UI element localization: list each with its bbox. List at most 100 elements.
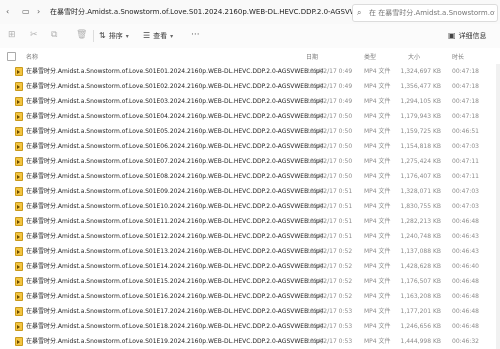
file-date: 2024/2/17 0:52 [306,248,353,255]
file-type: MP4 文件 [364,338,391,345]
view-icon: ☰ [143,31,151,40]
sort-label: 排序 [108,32,123,40]
file-size: 1,356,477 KB [400,83,442,90]
file-type: MP4 文件 [364,323,391,330]
more-icon[interactable]: ··· [191,30,200,40]
cut-icon[interactable]: ✂ [30,30,38,40]
file-duration: 00:47:18 [452,83,479,90]
vertical-scrollbar[interactable] [496,64,500,349]
file-duration: 00:47:11 [452,158,479,165]
file-name: 在暴雪时分.Amidst.a.Snowstorm.of.Love.S01E18.… [26,323,324,330]
video-file-icon [15,247,23,256]
file-row[interactable]: 在暴雪时分.Amidst.a.Snowstorm.of.Love.S01E01.… [0,64,500,80]
chevron-right-icon[interactable]: › [37,6,40,18]
video-file-icon [15,127,23,136]
column-date[interactable]: 日期 [306,52,318,61]
file-name: 在暴雪时分.Amidst.a.Snowstorm.of.Love.S01E14.… [26,263,324,270]
file-row[interactable]: 在暴雪时分.Amidst.a.Snowstorm.of.Love.S01E16.… [0,289,500,305]
file-type: MP4 文件 [364,308,391,315]
column-duration[interactable]: 时长 [452,52,464,61]
file-row[interactable]: 在暴雪时分.Amidst.a.Snowstorm.of.Love.S01E11.… [0,214,500,230]
file-duration: 00:47:18 [452,98,479,105]
file-date: 2024/2/17 0:49 [306,68,353,75]
file-size: 1,179,943 KB [400,113,442,120]
file-row[interactable]: 在暴雪时分.Amidst.a.Snowstorm.of.Love.S01E04.… [0,109,500,125]
file-date: 2024/2/17 0:50 [306,158,353,165]
file-row[interactable]: 在暴雪时分.Amidst.a.Snowstorm.of.Love.S01E18.… [0,319,500,335]
file-size: 1,294,105 KB [400,98,442,105]
file-date: 2024/2/17 0:52 [306,293,353,300]
sort-icon: ⇅ [99,31,106,40]
file-duration: 00:46:48 [452,308,479,315]
file-date: 2024/2/17 0:50 [306,113,353,120]
file-type: MP4 文件 [364,248,391,255]
file-name: 在暴雪时分.Amidst.a.Snowstorm.of.Love.S01E12.… [26,233,324,240]
file-name: 在暴雪时分.Amidst.a.Snowstorm.of.Love.S01E15.… [26,278,324,285]
select-all-checkbox[interactable] [7,52,16,61]
video-file-icon [15,277,23,286]
view-button[interactable]: ☰ 查看 ▾ [143,30,173,43]
file-duration: 00:46:43 [452,248,479,255]
file-type: MP4 文件 [364,113,391,120]
file-name: 在暴雪时分.Amidst.a.Snowstorm.of.Love.S01E08.… [26,173,324,180]
file-row[interactable]: 在暴雪时分.Amidst.a.Snowstorm.of.Love.S01E06.… [0,139,500,155]
file-name: 在暴雪时分.Amidst.a.Snowstorm.of.Love.S01E02.… [26,83,324,90]
view-label: 查看 [153,32,168,40]
file-name: 在暴雪时分.Amidst.a.Snowstorm.of.Love.S01E05.… [26,128,324,135]
details-button[interactable]: ▣ 详细信息 [448,30,487,42]
file-duration: 00:47:18 [452,113,479,120]
sort-button[interactable]: ⇅ 排序 ▾ [99,30,129,43]
file-row[interactable]: 在暴雪时分.Amidst.a.Snowstorm.of.Love.S01E09.… [0,184,500,200]
video-file-icon [15,97,23,106]
back-icon[interactable]: ‹ [6,6,9,18]
folder-icon[interactable]: ▭ [22,6,30,18]
file-type: MP4 文件 [364,68,391,75]
search-box[interactable]: ⌕ [352,4,498,22]
file-list: 在暴雪时分.Amidst.a.Snowstorm.of.Love.S01E01.… [0,64,500,349]
file-row[interactable]: 在暴雪时分.Amidst.a.Snowstorm.of.Love.S01E15.… [0,274,500,290]
file-row[interactable]: 在暴雪时分.Amidst.a.Snowstorm.of.Love.S01E02.… [0,79,500,95]
file-name: 在暴雪时分.Amidst.a.Snowstorm.of.Love.S01E10.… [26,203,324,210]
column-header: 名称 日期 类型 大小 时长 [0,48,500,64]
file-row[interactable]: 在暴雪时分.Amidst.a.Snowstorm.of.Love.S01E17.… [0,304,500,320]
video-file-icon [15,337,23,346]
video-file-icon [15,202,23,211]
file-row[interactable]: 在暴雪时分.Amidst.a.Snowstorm.of.Love.S01E14.… [0,259,500,275]
path-breadcrumb[interactable]: 在暴雪时分.Amidst.a.Snowstorm.of.Love.S01.202… [50,7,366,17]
file-row[interactable]: 在暴雪时分.Amidst.a.Snowstorm.of.Love.S01E08.… [0,169,500,185]
file-date: 2024/2/17 0:52 [306,278,353,285]
file-name: 在暴雪时分.Amidst.a.Snowstorm.of.Love.S01E01.… [26,68,324,75]
file-row[interactable]: 在暴雪时分.Amidst.a.Snowstorm.of.Love.S01E03.… [0,94,500,110]
file-size: 1,328,071 KB [400,188,442,195]
file-row[interactable]: 在暴雪时分.Amidst.a.Snowstorm.of.Love.S01E13.… [0,244,500,260]
file-type: MP4 文件 [364,233,391,240]
column-name[interactable]: 名称 [26,52,38,61]
file-size: 1,324,697 KB [400,68,442,75]
file-type: MP4 文件 [364,143,391,150]
file-row[interactable]: 在暴雪时分.Amidst.a.Snowstorm.of.Love.S01E05.… [0,124,500,140]
copy-icon[interactable]: ⧉ [51,30,57,40]
file-row[interactable]: 在暴雪时分.Amidst.a.Snowstorm.of.Love.S01E07.… [0,154,500,170]
file-date: 2024/2/17 0:51 [306,188,353,195]
file-type: MP4 文件 [364,173,391,180]
search-input[interactable] [369,5,495,21]
new-item-icon[interactable]: ⊞ [8,30,16,40]
video-file-icon [15,262,23,271]
chevron-down-icon: ▾ [170,33,174,40]
video-file-icon [15,232,23,241]
file-row[interactable]: 在暴雪时分.Amidst.a.Snowstorm.of.Love.S01E12.… [0,229,500,245]
file-date: 2024/2/17 0:50 [306,173,353,180]
delete-icon[interactable]: 🗑 [76,30,87,40]
file-type: MP4 文件 [364,98,391,105]
file-size: 1,159,725 KB [400,128,442,135]
file-size: 1,177,201 KB [400,308,442,315]
file-row[interactable]: 在暴雪时分.Amidst.a.Snowstorm.of.Love.S01E10.… [0,199,500,215]
toolbar-divider [93,30,94,42]
column-type[interactable]: 类型 [364,52,376,61]
file-row[interactable]: 在暴雪时分.Amidst.a.Snowstorm.of.Love.S01E19.… [0,334,500,349]
column-size[interactable]: 大小 [408,52,420,61]
file-size: 1,830,755 KB [400,203,442,210]
details-label: 详细信息 [458,32,487,40]
file-name: 在暴雪时分.Amidst.a.Snowstorm.of.Love.S01E03.… [26,98,324,105]
file-date: 2024/2/17 0:53 [306,323,353,330]
